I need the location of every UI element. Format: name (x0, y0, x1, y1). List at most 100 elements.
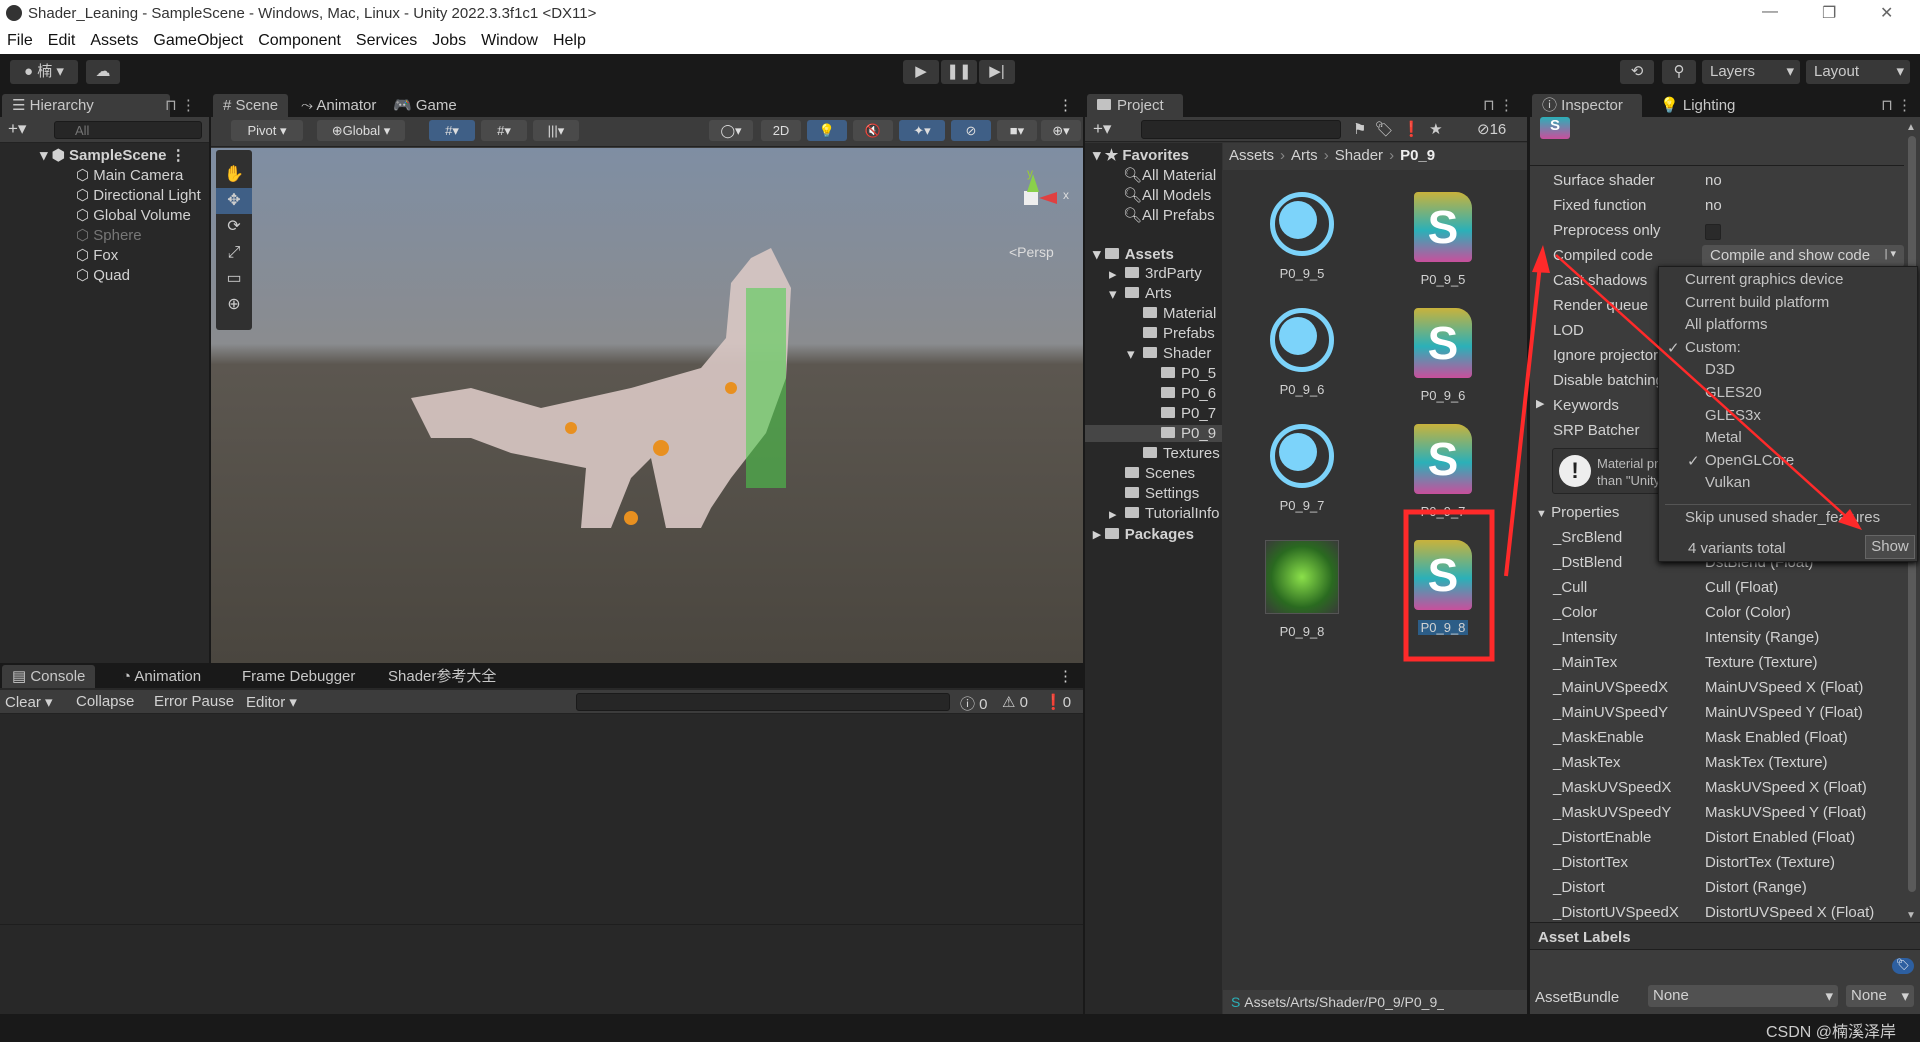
asset-item[interactable]: P0_9_8 (1252, 540, 1352, 639)
asset-item[interactable]: P0_9_6 (1252, 308, 1352, 397)
folder-material[interactable]: Material (1085, 305, 1222, 322)
hierarchy-item[interactable]: ⬡ Global Volume (76, 206, 206, 224)
asset-item[interactable]: S P0_9_6 (1393, 308, 1493, 403)
favorite-item[interactable]: 🔍︎All Material (1123, 166, 1216, 184)
preprocess-only-checkbox[interactable] (1705, 224, 1721, 240)
tab-console-2[interactable]: Frame Debugger (232, 665, 365, 688)
log-toggle[interactable]: ⓘ 0 (960, 693, 988, 714)
tab-console-1[interactable]: ◔ Animation (112, 665, 211, 688)
folder-textures[interactable]: Textures (1085, 445, 1222, 462)
folder-prefabs[interactable]: Prefabs (1085, 325, 1222, 342)
asset-item[interactable]: P0_9_7 (1252, 424, 1352, 513)
restore-button[interactable]: ❐ (1822, 3, 1836, 23)
tab-inspector[interactable]: ⓘ Inspector (1532, 94, 1642, 117)
folder-arts[interactable]: ▾ Arts (1085, 285, 1222, 303)
folder-tutorialinfo[interactable]: ▸ TutorialInfo (1085, 505, 1222, 523)
tab-console-0[interactable]: ▤ Console (2, 665, 96, 688)
account-button[interactable]: ● 楠 ▾ (10, 60, 78, 84)
hierarchy-item[interactable]: ▸⬡ Fox (76, 246, 206, 264)
tab-console-3[interactable]: Shader参考大全 (378, 665, 506, 688)
asset-variant-dropdown[interactable]: None ▾ (1846, 985, 1914, 1007)
folder-settings[interactable]: Settings (1085, 485, 1222, 502)
properties-foldout[interactable]: ▼ Properties (1536, 504, 1619, 521)
asset-item[interactable]: P0_9_5 (1252, 192, 1352, 281)
search-icon[interactable]: ⚲ (1662, 60, 1696, 84)
scene-viewport[interactable]: ✋ ✥ ⟳ ⤢ ▭ ⊕ y x <Persp (211, 148, 1083, 663)
hierarchy-search-input[interactable] (54, 121, 202, 139)
asset-bundle-dropdown[interactable]: None ▾ (1648, 985, 1838, 1007)
project-search-input[interactable] (1141, 120, 1341, 139)
tab-game[interactable]: 🎮 Game (383, 94, 467, 117)
more-icon[interactable]: ⋮ (1058, 96, 1073, 114)
editor-dropdown[interactable]: Editor ▾ (246, 693, 297, 711)
asset-item[interactable]: S P0_9_5 (1393, 192, 1493, 287)
packages-folder[interactable]: ▸ Packages (1093, 525, 1194, 543)
folder-3rdparty[interactable]: ▸ 3rdParty (1085, 265, 1222, 283)
dropdown-item[interactable]: Metal (1705, 429, 1742, 446)
menu-window[interactable]: Window (481, 32, 538, 49)
favorite-item[interactable]: 🔍︎All Prefabs (1123, 206, 1215, 224)
clear-button[interactable]: Clear ▾ (5, 693, 53, 711)
play-button[interactable]: ▶ (903, 60, 939, 84)
filter-icons[interactable]: ⚑ 🏷 ❗ ★ (1353, 120, 1443, 138)
show-variants-button[interactable]: Show (1865, 535, 1915, 559)
dropdown-item[interactable]: All platforms (1685, 316, 1768, 333)
ruler-button[interactable]: |||▾ (533, 120, 579, 141)
menu-edit[interactable]: Edit (48, 32, 76, 49)
folder-p0_9[interactable]: P0_9 (1085, 425, 1222, 442)
lighting-toggle[interactable]: 💡 (807, 120, 847, 141)
layers-dropdown[interactable]: Layers ▾ (1702, 60, 1800, 84)
lock-icon[interactable]: ⊓ ⋮ (165, 96, 196, 114)
console-search-input[interactable] (576, 693, 950, 711)
dropdown-item[interactable]: OpenGLCore (1705, 452, 1794, 469)
step-button[interactable]: ▶| (979, 60, 1015, 84)
dropdown-item[interactable]: D3D (1705, 361, 1735, 378)
projection-label[interactable]: <Persp (1009, 244, 1054, 260)
folder-p0_7[interactable]: P0_7 (1085, 405, 1222, 422)
gizmos-dropdown[interactable]: ⊕▾ (1041, 120, 1081, 141)
grid-snap-button[interactable]: #▾ (429, 120, 475, 141)
menu-services[interactable]: Services (356, 32, 417, 49)
lock-icon[interactable]: ⊓ ⋮ (1881, 96, 1912, 114)
dropdown-item[interactable]: GLES20 (1705, 384, 1762, 401)
folder-p0_5[interactable]: P0_5 (1085, 365, 1222, 382)
tab-lighting[interactable]: 💡 Lighting (1650, 94, 1745, 117)
create-button[interactable]: +▾ (1093, 119, 1111, 139)
breadcrumb-item[interactable]: P0_9 (1400, 147, 1435, 164)
dropdown-item[interactable]: Custom: (1685, 339, 1741, 356)
hierarchy-item[interactable]: ⬡ Main Camera (76, 166, 206, 184)
breadcrumb-item[interactable]: Shader (1335, 147, 1383, 164)
pause-button[interactable]: ❚❚ (941, 60, 977, 84)
lock-icon[interactable]: ⊓ ⋮ (1483, 96, 1514, 114)
menu-component[interactable]: Component (258, 32, 341, 49)
menu-file[interactable]: File (7, 32, 33, 49)
warning-toggle[interactable]: ⚠ 0 (1002, 693, 1028, 711)
tab-hierarchy[interactable]: ☰ Hierarchy (2, 94, 170, 117)
tab-scene[interactable]: # Scene (213, 94, 289, 117)
increment-snap-button[interactable]: #▾ (481, 120, 527, 141)
2d-toggle[interactable]: 2D (761, 120, 801, 141)
dropdown-item[interactable]: Current build platform (1685, 294, 1829, 311)
compile-show-code-button[interactable]: Compile and show code | ▾ (1702, 245, 1904, 267)
dropdown-item[interactable]: Vulkan (1705, 474, 1750, 491)
menu-gameobject[interactable]: GameObject (153, 32, 243, 49)
asset-item[interactable]: S P0_9_7 (1393, 424, 1493, 519)
breadcrumb-item[interactable]: Arts (1291, 147, 1318, 164)
favorites-folder[interactable]: ▾ ★ Favorites (1093, 146, 1189, 164)
cloud-icon[interactable]: ☁ (86, 60, 120, 84)
history-icon[interactable]: ⟲ (1620, 60, 1654, 84)
camera-dropdown[interactable]: ■▾ (997, 120, 1037, 141)
global-dropdown[interactable]: ⊕Global ▾ (317, 120, 405, 141)
menu-jobs[interactable]: Jobs (432, 32, 466, 49)
assets-folder[interactable]: ▾ Assets (1093, 245, 1174, 263)
dropdown-item[interactable]: Current graphics device (1685, 271, 1843, 288)
favorite-item[interactable]: 🔍︎All Models (1123, 186, 1211, 204)
keywords-foldout-icon[interactable]: ▶ (1536, 397, 1544, 410)
menu-assets[interactable]: Assets (90, 32, 138, 49)
collapse-button[interactable]: Collapse (76, 693, 134, 710)
audio-toggle[interactable]: 🔇 (853, 120, 893, 141)
folder-scenes[interactable]: Scenes (1085, 465, 1222, 482)
more-icon[interactable]: ⋮ (1058, 667, 1073, 685)
minimize-button[interactable]: — (1762, 3, 1778, 21)
scene-root[interactable]: ▾ ⬢ SampleScene ⋮ (40, 146, 186, 164)
